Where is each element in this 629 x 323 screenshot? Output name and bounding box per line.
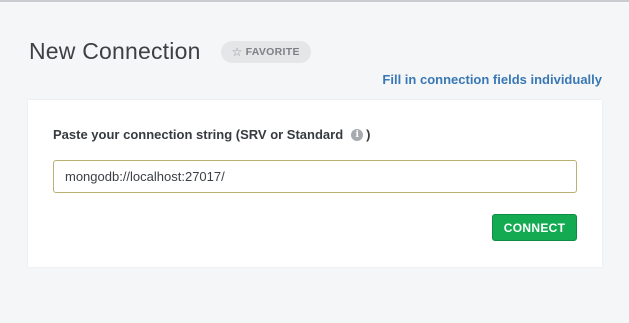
page-title: New Connection	[29, 38, 201, 64]
connection-card: Paste your connection string (SRV or Sta…	[28, 100, 602, 267]
favorite-label: FAVORITE	[245, 45, 300, 58]
connect-button[interactable]: CONNECT	[492, 214, 577, 241]
fill-fields-individually-link[interactable]: Fill in connection fields individually	[382, 72, 602, 87]
star-outline-icon: ☆	[231, 44, 243, 59]
window-top-border	[0, 0, 629, 2]
connection-string-label-close: )	[366, 127, 371, 142]
connection-string-label-text: Paste your connection string (SRV or Sta…	[53, 127, 344, 142]
connection-string-label: Paste your connection string (SRV or Sta…	[53, 127, 371, 142]
page-header: New Connection ☆ FAVORITE	[29, 38, 311, 65]
connection-string-input[interactable]	[53, 160, 577, 193]
info-icon[interactable]: i	[351, 128, 364, 141]
favorite-button[interactable]: ☆ FAVORITE	[220, 40, 311, 63]
